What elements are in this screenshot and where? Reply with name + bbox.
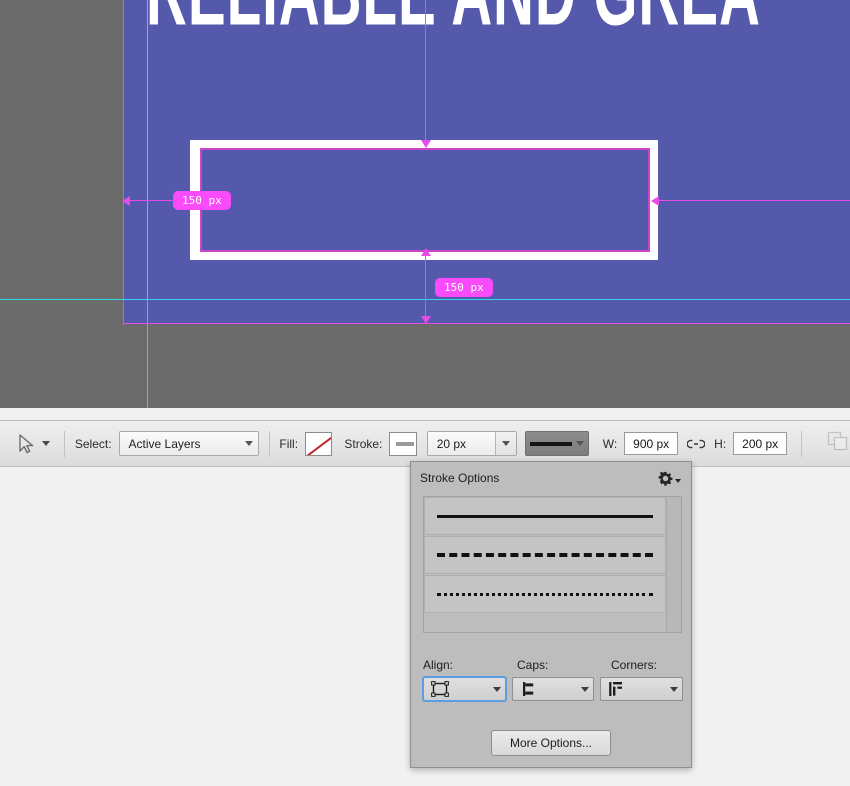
select-chevron-down-icon[interactable] [244,441,253,446]
stroke-attribute-row [422,676,684,702]
preset-list-scrollbar[interactable] [666,497,681,632]
list-item[interactable] [424,575,666,613]
width-input[interactable]: 900 px [624,432,679,455]
stroke-width-dropdown[interactable]: 20 px [426,431,517,456]
stroke-swatch[interactable] [389,431,417,456]
gear-icon [658,471,673,486]
path-selection-arrow-icon [19,433,34,453]
align-dropdown[interactable] [422,676,507,702]
dotted-line-icon [437,592,653,596]
align-chevron-down-icon[interactable] [492,686,501,692]
measure-arrow-bottom-top [421,248,431,256]
stroke-style-dropdown[interactable] [524,431,589,456]
link-chain-icon[interactable] [687,438,706,450]
width-label: W: [602,436,618,451]
select-label: Select: [74,436,112,451]
guide-magenta-vertical-left[interactable] [123,0,124,325]
dashed-line-icon [437,553,653,557]
stroke-width-chevron-down-icon[interactable] [494,432,516,455]
corners-label: Corners: [611,658,658,672]
fill-swatch[interactable] [305,431,333,456]
divider-1 [64,430,65,457]
measure-line-bottom [425,250,426,323]
solid-line-icon [437,514,653,518]
measure-arrow-right [651,196,659,206]
document-canvas[interactable]: RELIABLE AND GREA 150 px 150 px [0,0,850,408]
divider-2 [268,430,270,457]
height-label: H: [714,436,727,451]
measure-badge-left: 150 px [173,191,231,210]
miter-corner-icon [609,682,623,696]
solid-line-icon [529,441,572,446]
height-input[interactable]: 200 px [733,432,788,455]
panel-menu-button[interactable] [658,471,681,486]
corners-dropdown[interactable] [600,677,684,701]
stroke-options-header: Stroke Options [411,462,691,494]
selected-rectangle-path[interactable] [200,148,650,252]
stroke-attribute-controls: Align: Caps: Corners: [422,658,684,702]
align-label: Align: [423,658,454,672]
tool-chevron-down-icon[interactable] [42,441,50,446]
height-value: 200 px [742,436,779,451]
caps-dropdown[interactable] [511,677,595,701]
options-bar: Select: Active Layers Fill: Stroke: 20 p… [0,420,850,467]
stroke-width-value: 20 px [436,436,467,451]
caps-chevron-down-icon[interactable] [581,686,590,692]
panel-menu-triangle-down-icon [675,479,681,483]
align-center-stroke-icon [431,680,449,697]
butt-cap-icon [522,682,533,696]
caps-label: Caps: [517,658,549,672]
more-options-label: More Options... [509,736,593,750]
measure-line-right [658,200,850,201]
stroke-options-title: Stroke Options [420,471,500,485]
stroke-label: Stroke: [344,436,383,451]
guide-magenta-horizontal[interactable] [123,323,850,324]
stroke-options-panel: Stroke Options Align: Caps: Corners: Mor… [410,461,692,768]
width-value: 900 px [633,436,670,451]
guide-teal-vertical-left[interactable] [147,296,148,408]
stroke-style-chevron-down-icon[interactable] [575,441,584,446]
fill-label: Fill: [279,436,299,451]
measure-arrow-bottom-end [421,316,431,324]
corners-chevron-down-icon[interactable] [670,686,679,692]
list-item[interactable] [424,536,666,574]
select-mode-dropdown[interactable]: Active Layers [118,431,259,456]
measure-line-top [425,100,426,145]
select-mode-value: Active Layers [128,436,201,451]
path-operations-icon[interactable] [826,430,850,457]
measure-badge-bottom: 150 px [435,278,493,297]
more-options-button[interactable]: More Options... [491,730,611,756]
active-tool-button[interactable] [12,430,54,458]
measure-arrow-left [122,196,130,206]
measure-arrow-top [421,140,431,148]
list-item[interactable] [424,497,666,535]
headline-text: RELIABLE AND GREA [146,0,800,46]
stroke-preset-list[interactable] [423,496,682,633]
stroke-attribute-labels: Align: Caps: Corners: [423,658,683,672]
divider-3 [801,430,802,457]
